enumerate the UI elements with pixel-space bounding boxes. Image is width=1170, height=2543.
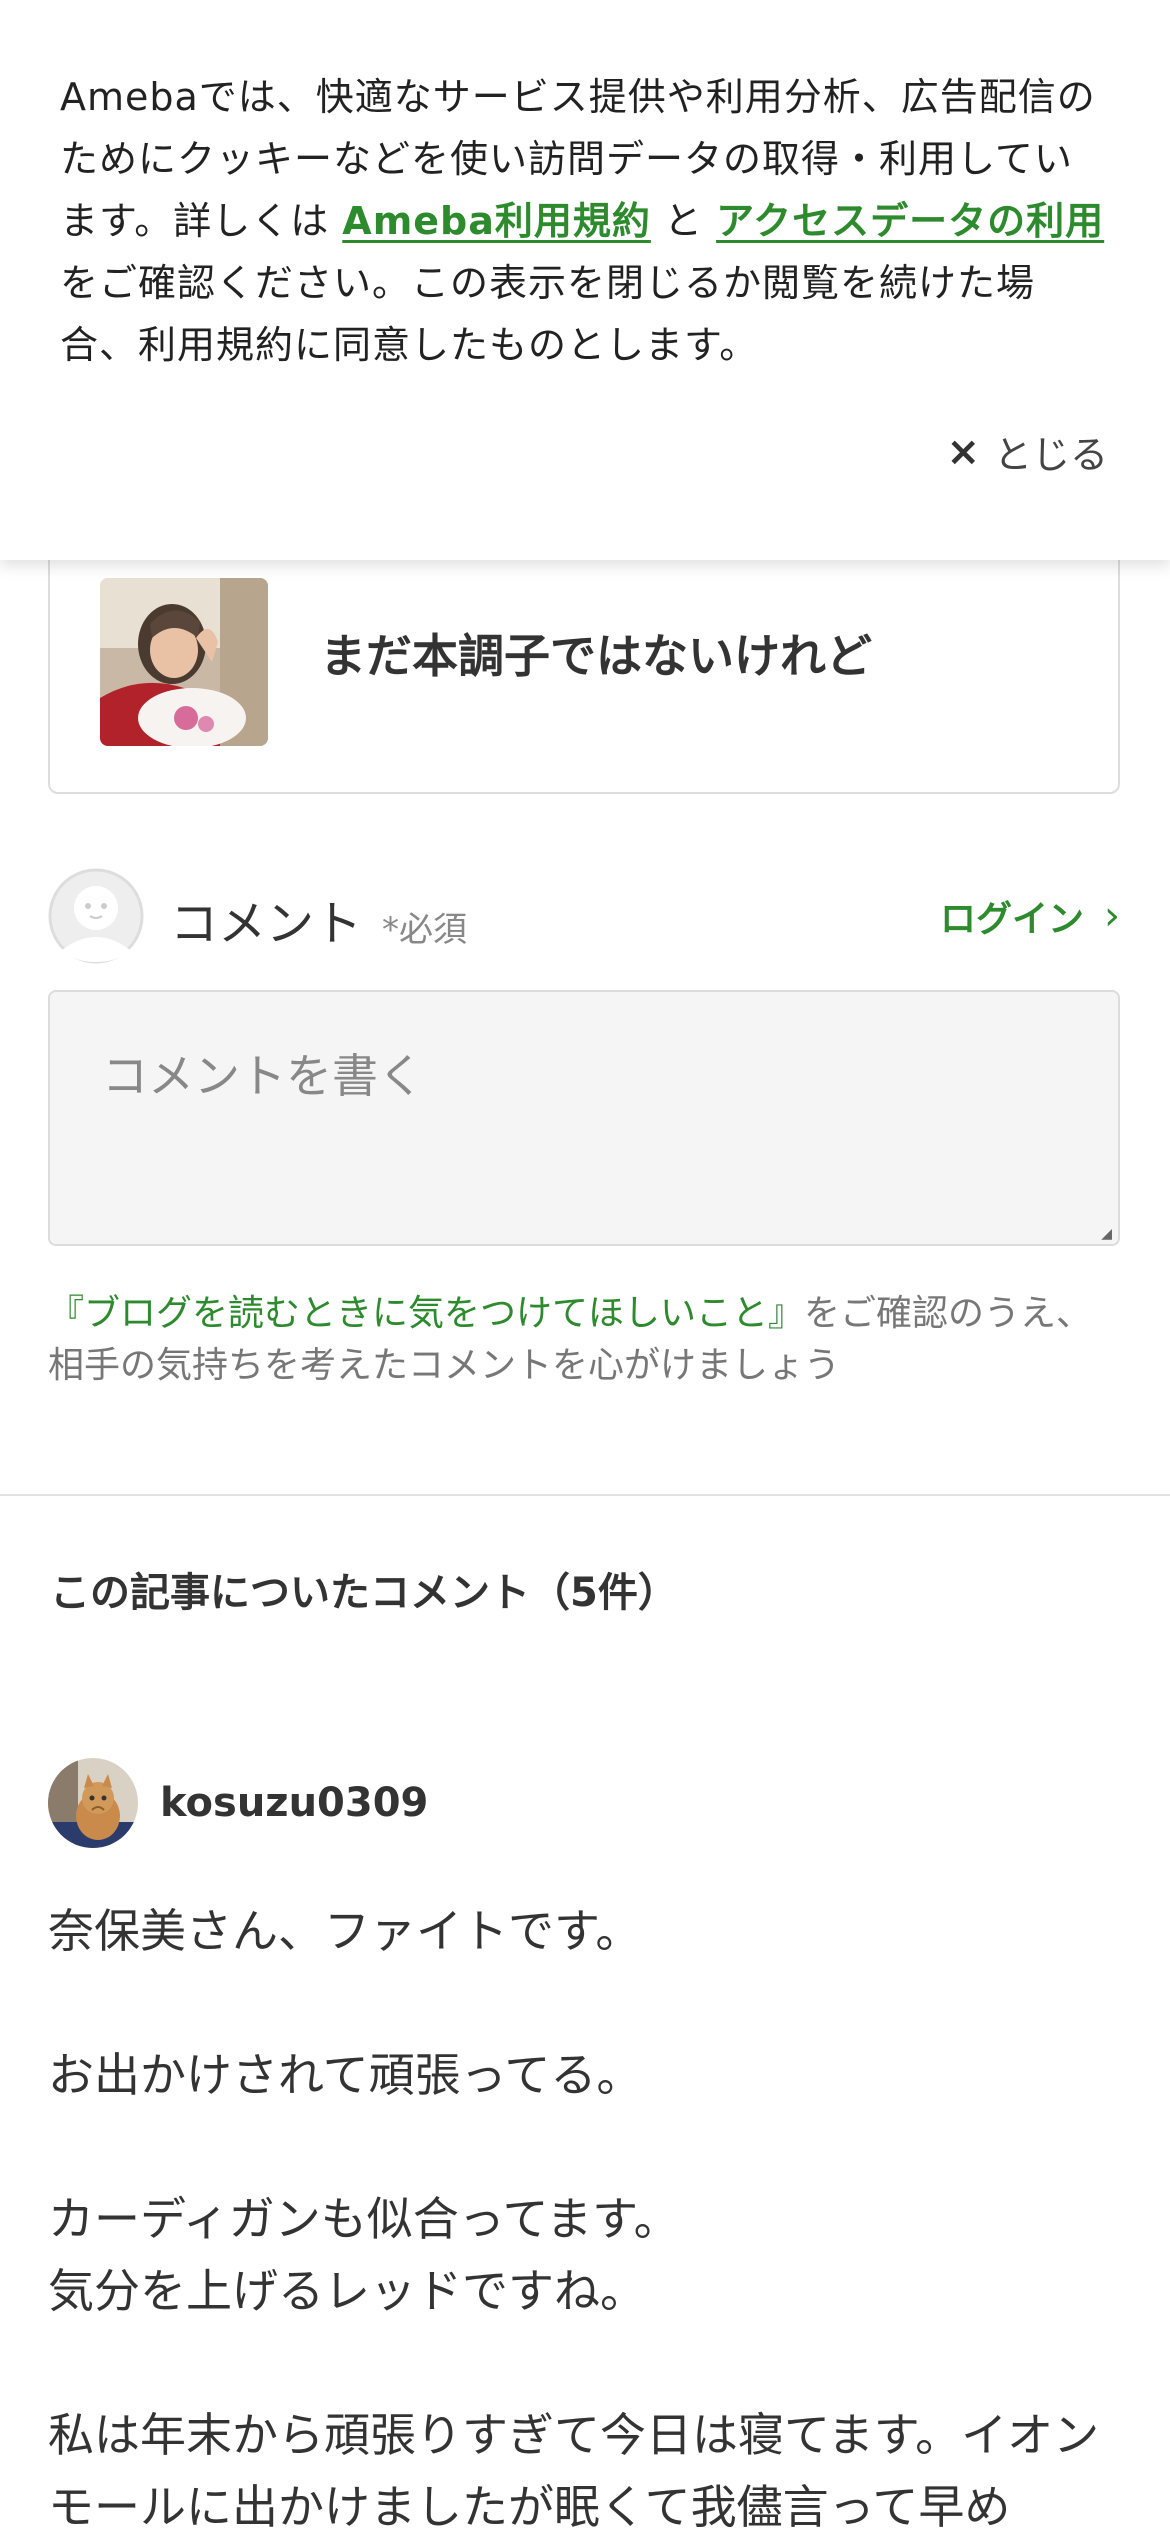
comment-author[interactable]: kosuzu0309 <box>48 1758 428 1848</box>
avatar[interactable] <box>48 1758 138 1848</box>
comment-author-name[interactable]: kosuzu0309 <box>160 1780 428 1826</box>
comment-paragraph: 奈保美さん、ファイトです。 <box>48 1904 642 1958</box>
cookie-text-part: と <box>650 199 717 243</box>
cookie-text-part: をご確認ください。この表示を閉じるか閲覧を続けた場合、利用規約に同意したものとし… <box>60 261 1036 367</box>
terms-link[interactable]: Ameba利用規約 <box>342 199 651 243</box>
resize-handle-icon[interactable]: ◢ <box>1101 1226 1112 1242</box>
comment-placeholder: コメントを書く <box>102 1049 424 1103</box>
comment-paragraph: 私は年末から頑張りすぎて今日は寝てます。イオンモールに出かけましたが眠くて我儘言… <box>48 2408 1100 2534</box>
comment-form-header: コメント *必須 ログイン › <box>48 868 1120 964</box>
comment-paragraph: カーディガンも似合ってます。 気分を上げるレッドですね。 <box>48 2192 680 2318</box>
access-data-link[interactable]: アクセスデータの利用 <box>716 199 1104 243</box>
cookie-consent-banner: Amebaでは、快適なサービス提供や利用分析、広告配信のためにクッキーなどを使い… <box>0 0 1170 560</box>
article-thumbnail <box>100 578 268 746</box>
comment-body: 奈保美さん、ファイトです。 お出かけされて頑張ってる。 カーディガンも似合ってま… <box>48 1895 1128 2543</box>
chevron-right-icon: › <box>1104 893 1120 939</box>
comment-label: コメント <box>170 896 363 952</box>
article-card[interactable]: まだ本調子ではないけれど <box>48 520 1120 794</box>
comment-paragraph: お出かけされて頑張ってる。 <box>48 2048 643 2102</box>
login-label: ログイン <box>939 899 1084 940</box>
guideline-link[interactable]: 『ブログを読むときに気をつけてほしいこと』 <box>48 1293 804 1334</box>
close-label: とじる <box>993 433 1108 477</box>
comment-guideline-notice: 『ブログを読むときに気をつけてほしいこと』をご確認のうえ、相手の気持ちを考えたコ… <box>48 1288 1128 1392</box>
cookie-consent-text: Amebaでは、快適なサービス提供や利用分析、広告配信のためにクッキーなどを使い… <box>60 66 1110 376</box>
article-title: まだ本調子ではないけれど <box>320 629 872 683</box>
comments-heading: この記事についたコメント（5件） <box>50 1570 678 1616</box>
close-icon: × <box>946 428 980 475</box>
section-divider <box>0 1494 1170 1496</box>
required-marker: *必須 <box>382 910 467 950</box>
close-banner-button[interactable]: × とじる <box>946 424 1108 479</box>
default-avatar-icon <box>48 868 144 964</box>
comment-input[interactable]: コメントを書く ◢ <box>48 990 1120 1246</box>
login-link[interactable]: ログイン › <box>940 890 1120 942</box>
